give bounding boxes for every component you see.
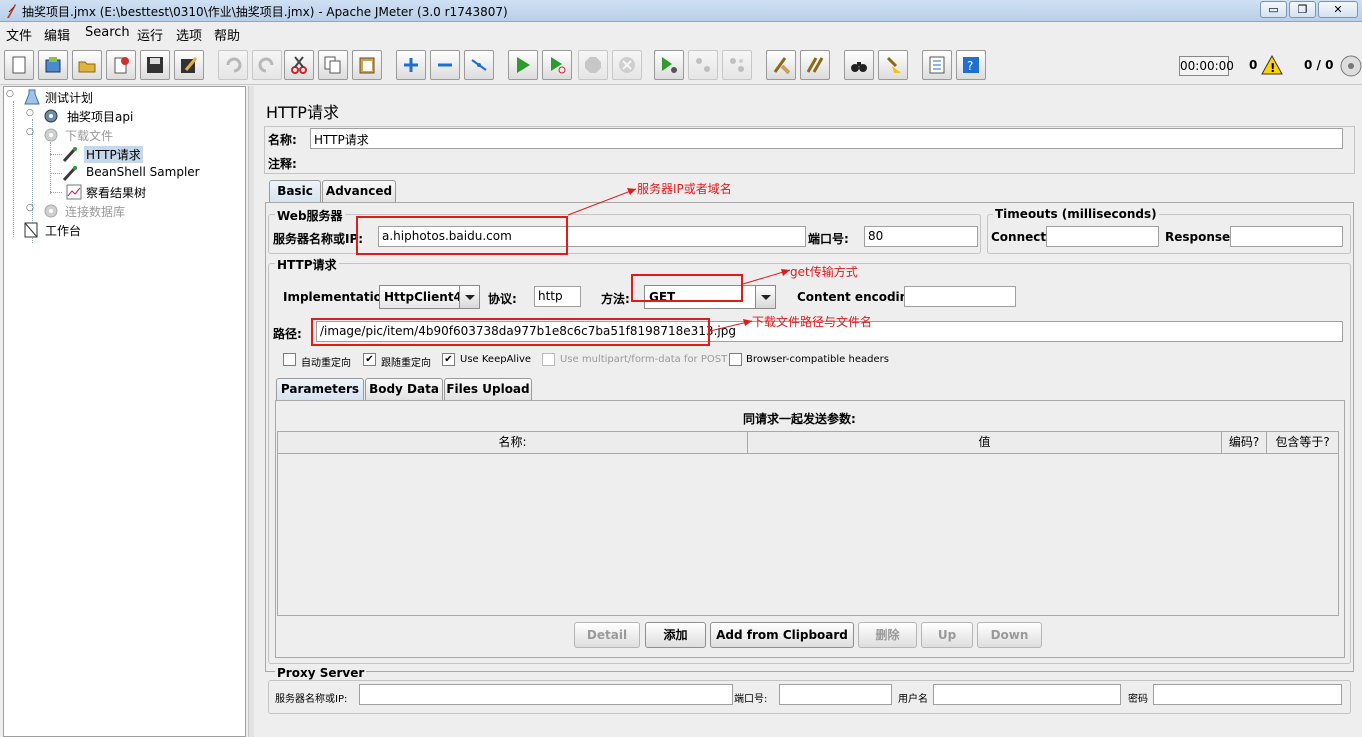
annotation-server: 服务器IP或者域名 (637, 182, 732, 196)
annotation-path: 下载文件路径与文件名 (752, 315, 873, 329)
annotation-method: get传输方式 (790, 265, 858, 279)
annotation-arrows (567, 188, 791, 332)
